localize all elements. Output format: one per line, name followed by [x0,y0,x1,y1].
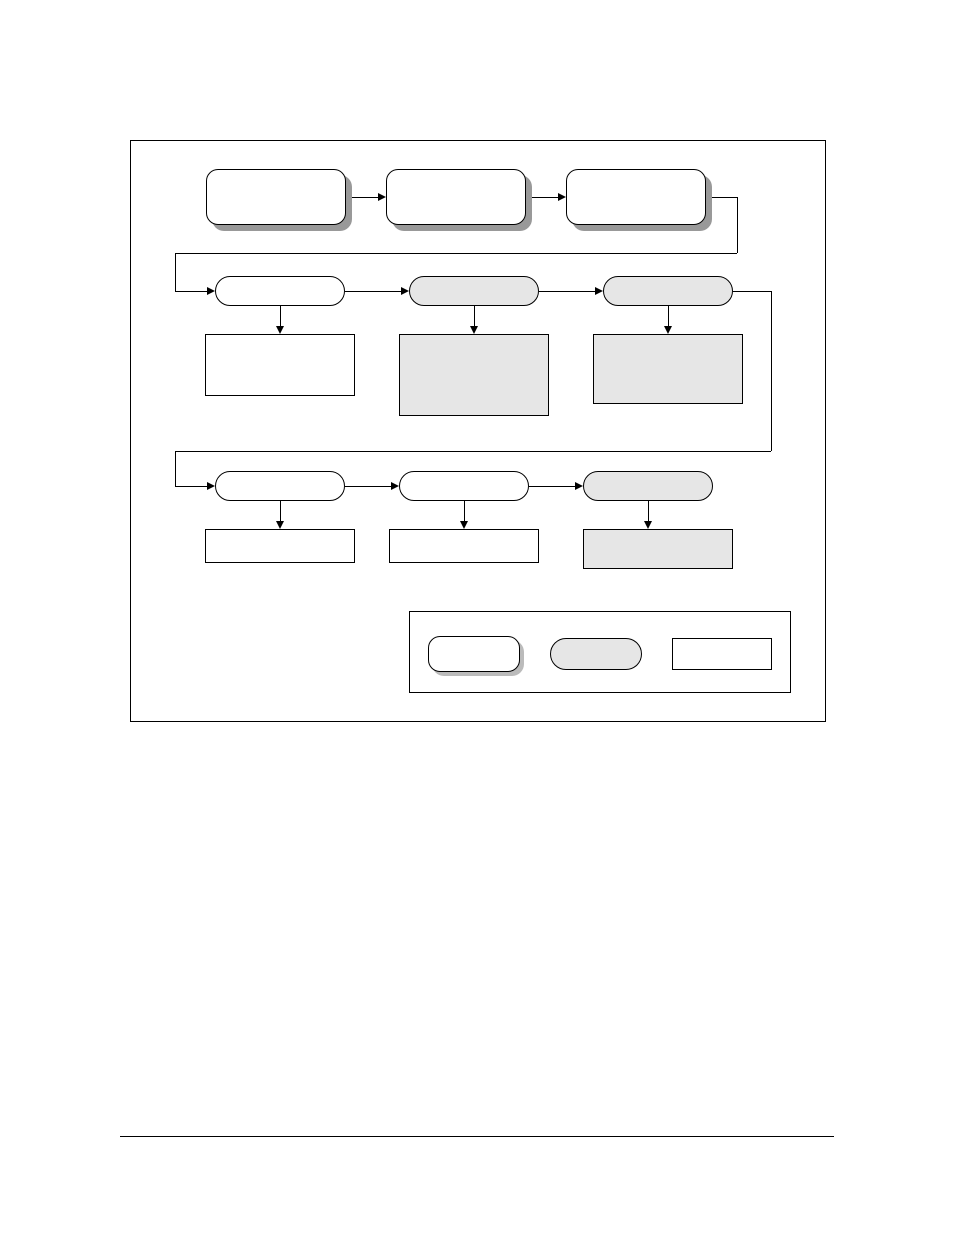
route-r1c-into-r2a-head [207,287,215,295]
arrow-r3c-detail [648,501,649,521]
arrow-r1-a-b [352,197,378,198]
arrowhead-r3-b-c [575,482,583,490]
row3-node-b [399,471,529,501]
route-r2c-into-r3a-head [207,482,215,490]
row2-detail-b [399,334,549,416]
row2-detail-a [205,334,355,396]
arrow-r2c-detail [668,306,669,326]
arrow-r3b-detail [464,501,465,521]
arrowhead-r3a-detail [276,521,284,529]
arrow-r3a-detail [280,501,281,521]
arrow-r2-a-b [345,291,401,292]
diagram-frame [130,140,826,722]
route-r1c-down2 [175,253,176,291]
arrow-r2b-detail [474,306,475,326]
route-r1c-left [175,253,737,254]
legend-menu-swatch [428,636,520,672]
footer-rule [120,1136,834,1137]
row3-node-c [583,471,713,501]
arrowhead-r1-a-b [378,193,386,201]
arrowhead-r2b-detail [470,326,478,334]
route-r1c-into-r2a [175,291,207,292]
row1-node-b [386,169,526,225]
route-r2c-down2 [175,451,176,486]
arrowhead-r1-b-c [558,193,566,201]
row2-detail-c [593,334,743,404]
arrow-r3-a-b [345,486,391,487]
route-r2c-left [175,451,771,452]
legend-detail-swatch [672,638,772,670]
arrowhead-r2-a-b [401,287,409,295]
route-r2c-right [733,291,771,292]
row1-node-a [206,169,346,225]
row2-node-a [215,276,345,306]
row3-node-a [215,471,345,501]
arrowhead-r3c-detail [644,521,652,529]
arrow-r2a-detail [280,306,281,326]
route-r2c-down1 [771,291,772,451]
legend [409,611,791,693]
page [0,0,954,1235]
route-r1c-right [712,197,737,198]
legend-submenu-swatch [550,638,642,670]
arrowhead-r3b-detail [460,521,468,529]
row1-node-c [566,169,706,225]
row2-node-b [409,276,539,306]
route-r1c-down1 [737,197,738,253]
arrowhead-r2a-detail [276,326,284,334]
arrowhead-r3-a-b [391,482,399,490]
arrowhead-r2c-detail [664,326,672,334]
arrow-r3-b-c [529,486,575,487]
arrowhead-r2-b-c [595,287,603,295]
row3-detail-c [583,529,733,569]
row2-node-c [603,276,733,306]
row3-detail-b [389,529,539,563]
route-r2c-into-r3a [175,486,207,487]
row3-detail-a [205,529,355,563]
arrow-r2-b-c [539,291,595,292]
arrow-r1-b-c [532,197,558,198]
